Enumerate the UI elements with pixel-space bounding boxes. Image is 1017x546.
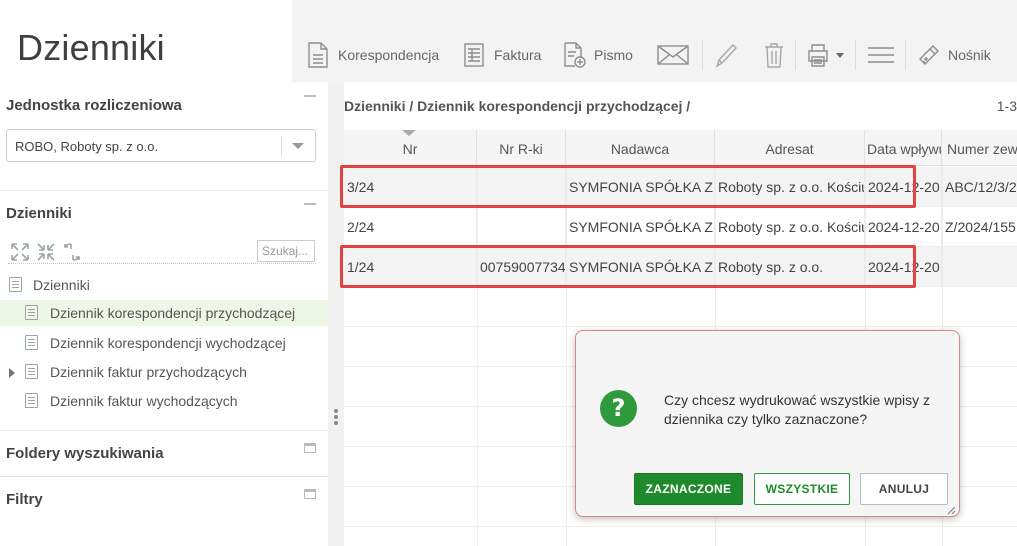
correspondence-button[interactable]: Korespondencja <box>306 40 439 70</box>
unit-combobox[interactable]: ROBO, Roboty sp. z o.o. <box>6 129 316 162</box>
cell-external-number <box>942 247 1017 287</box>
search-folders-heading[interactable]: Foldery wyszukiwania <box>6 445 164 462</box>
splitter-grip-icon[interactable] <box>334 409 338 413</box>
journal-icon <box>25 393 38 408</box>
refresh-icon[interactable] <box>62 242 82 262</box>
edit-button[interactable] <box>714 40 746 70</box>
pencil-icon <box>714 41 738 69</box>
highlight-box <box>340 245 916 288</box>
column-header-sender[interactable]: Nadawca <box>566 130 715 166</box>
journal-icon <box>9 277 22 292</box>
tree-root[interactable]: Dzienniki <box>6 272 328 298</box>
all-button[interactable]: WSZYSTKIE <box>754 473 850 505</box>
document-icon <box>306 41 330 69</box>
cell-sender: SYMFONIA SPÓŁKA Z OGRANICZONĄ <box>566 207 715 247</box>
collapse-all-icon[interactable] <box>36 242 56 262</box>
tree-toolbar: Szukaj... <box>8 240 316 264</box>
column-header-date[interactable]: Data wpływu <box>865 130 942 166</box>
tree-item-outgoing-correspondence[interactable]: Dziennik korespondencji wychodzącej <box>0 330 328 356</box>
invoice-button[interactable]: Faktura <box>462 40 541 70</box>
column-gridline <box>477 166 478 546</box>
resize-handle-icon[interactable] <box>946 503 956 515</box>
cell-recipient: Roboty sp. z o.o. Kościuszki <box>715 207 865 247</box>
empty-row <box>344 287 1017 327</box>
cell-external-number: ABC/12/3/2024 <box>945 179 1017 195</box>
unit-collapse-button[interactable] <box>304 95 316 97</box>
column-header-nr[interactable]: Nr <box>344 130 477 166</box>
cell-external-number: Z/2024/155 <box>945 219 1016 235</box>
tree-search-input[interactable]: Szukaj... <box>257 240 315 262</box>
table-header: Nr Nr R-ki Nadawca Adresat Data wpływu N… <box>344 130 1017 166</box>
delete-button[interactable] <box>762 40 794 70</box>
tree-item-label: Dziennik korespondencji wychodzącej <box>50 335 286 351</box>
hamburger-menu-icon <box>867 41 895 69</box>
app-title: Dzienniki <box>17 27 165 68</box>
toolbar-separator <box>795 40 796 70</box>
divider <box>0 190 328 191</box>
tree-root-label: Dzienniki <box>33 277 90 293</box>
invoice-icon <box>462 41 486 69</box>
tree-item-label: Dziennik faktur przychodzących <box>50 364 247 380</box>
printer-icon <box>806 41 830 69</box>
toolbar: Korespondencja Faktura Pismo Nośnik <box>292 0 1017 82</box>
paging-info: 1-3 <box>996 98 1017 114</box>
tree-item-outgoing-invoices[interactable]: Dziennik faktur wychodzących <box>0 388 328 414</box>
envelope-icon <box>657 41 689 69</box>
letter-label: Pismo <box>594 47 633 63</box>
column-header-nr-rki[interactable]: Nr R-ki <box>477 130 566 166</box>
cell-nr: 2/24 <box>344 207 477 247</box>
email-button[interactable] <box>657 40 697 70</box>
dialog-message: Czy chcesz wydrukować wszystkie wpisy z … <box>664 392 931 427</box>
expand-all-icon[interactable] <box>10 242 30 262</box>
column-gridline <box>566 166 567 546</box>
usb-drive-icon <box>916 41 940 69</box>
filters-expand-button[interactable] <box>304 489 316 499</box>
unit-heading: Jednostka rozliczeniowa <box>6 97 182 114</box>
cell-date: 2024-12-20 <box>865 207 942 247</box>
question-icon: ? <box>600 390 637 427</box>
print-dropdown-caret-icon[interactable] <box>836 52 844 58</box>
selected-button[interactable]: ZAZNACZONE <box>634 473 743 505</box>
cell-nr-rki <box>477 207 566 247</box>
unit-combobox-value: ROBO, Roboty sp. z o.o. <box>15 139 159 154</box>
journals-collapse-button[interactable] <box>304 203 316 205</box>
combo-separator <box>281 136 282 156</box>
column-header-recipient[interactable]: Adresat <box>715 130 865 166</box>
sort-arrow-icon <box>402 130 416 136</box>
divider <box>0 476 328 477</box>
toolbar-separator <box>855 40 856 70</box>
journal-icon <box>25 305 38 320</box>
menu-button[interactable] <box>867 40 903 70</box>
carrier-label: Nośnik <box>948 47 991 63</box>
trash-icon <box>762 41 786 69</box>
toolbar-separator <box>905 40 906 70</box>
chevron-down-icon[interactable] <box>292 143 304 149</box>
tree-item-incoming-correspondence[interactable]: Dziennik korespondencji przychodzącej <box>0 300 328 326</box>
expand-arrow-icon[interactable] <box>9 368 15 378</box>
invoice-label: Faktura <box>494 47 542 63</box>
divider <box>0 430 328 431</box>
search-folders-expand-button[interactable] <box>304 443 316 453</box>
carrier-button[interactable]: Nośnik <box>916 40 991 70</box>
journals-heading: Dzienniki <box>6 205 72 222</box>
correspondence-label: Korespondencja <box>338 47 440 63</box>
letter-button[interactable]: Pismo <box>562 40 633 70</box>
cancel-button[interactable]: ANULUJ <box>860 473 948 505</box>
highlight-box <box>340 165 916 208</box>
table-row[interactable]: 2/24 SYMFONIA SPÓŁKA Z OGRANICZONĄ Robot… <box>344 207 1017 247</box>
journal-icon <box>25 335 38 350</box>
column-header-external-number[interactable]: Numer zewnętrzny <box>942 130 1017 166</box>
toolbar-separator <box>702 40 703 70</box>
tree-item-label: Dziennik faktur wychodzących <box>50 393 238 409</box>
breadcrumb: Dzienniki / Dziennik korespondencji przy… <box>344 98 691 114</box>
journal-icon <box>25 364 38 379</box>
print-button[interactable] <box>806 40 844 70</box>
print-confirm-dialog: ? Czy chcesz wydrukować wszystkie wpisy … <box>575 330 960 517</box>
new-letter-icon <box>562 41 586 69</box>
left-panel: Dzienniki Jednostka rozliczeniowa ROBO, … <box>0 0 328 546</box>
filters-heading[interactable]: Filtry <box>6 491 43 508</box>
tree-item-label: Dziennik korespondencji przychodzącej <box>50 305 296 321</box>
tree-item-incoming-invoices[interactable]: Dziennik faktur przychodzących <box>0 359 328 385</box>
